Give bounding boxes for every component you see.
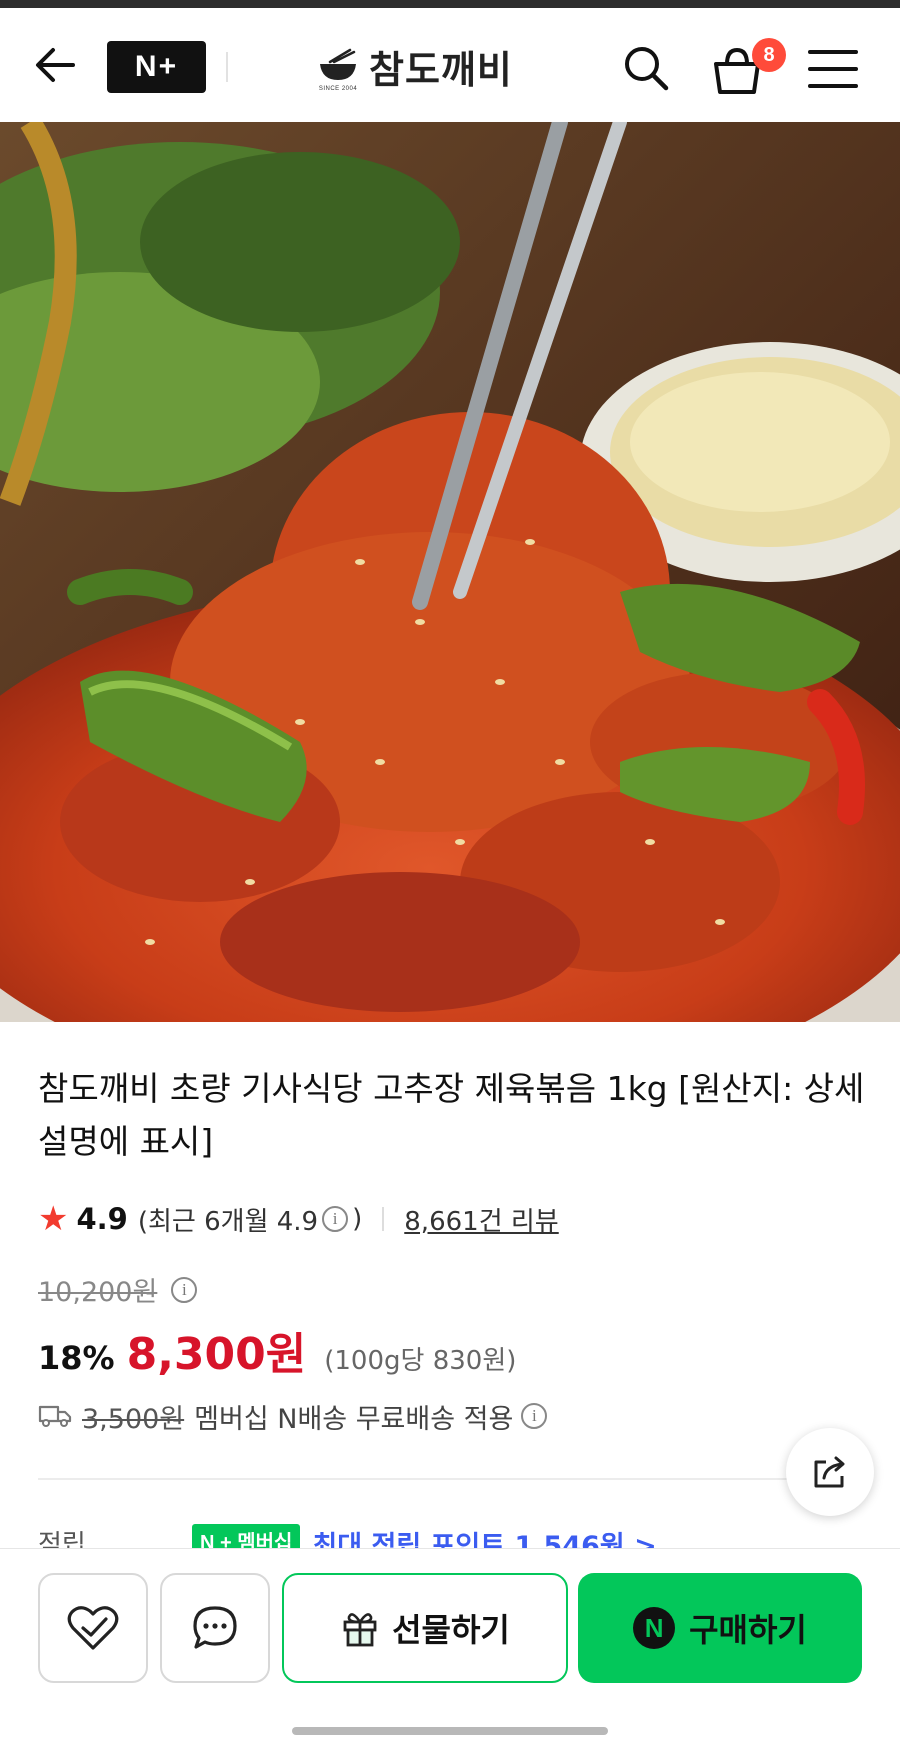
- share-icon: [814, 1456, 845, 1488]
- info-icon[interactable]: i: [521, 1403, 548, 1429]
- menu-line: [808, 67, 858, 71]
- points-label: 적립: [38, 1530, 86, 1550]
- heart-check-icon: [67, 1606, 119, 1650]
- rating-row: ★ 4.9 (최근 6개월 4.9 i ) 8,661건 리뷰: [38, 1198, 559, 1240]
- original-price-row: 10,200원 i: [38, 1270, 201, 1309]
- sale-price: 8,300원: [126, 1329, 307, 1380]
- unit-price: (100g당 830원): [324, 1346, 517, 1376]
- gift-label: 선물하기: [392, 1611, 510, 1649]
- review-count-link[interactable]: 8,661건 리뷰: [404, 1201, 558, 1238]
- rating-recent-suffix: ): [352, 1204, 363, 1234]
- bowl-icon: SINCE 2004: [315, 40, 361, 92]
- original-price: 10,200원: [38, 1277, 158, 1308]
- buy-button[interactable]: N 구매하기: [578, 1573, 862, 1683]
- separator: [382, 1207, 385, 1231]
- bottom-action-bar: 선물하기 N 구매하기: [0, 1548, 900, 1743]
- info-icon[interactable]: i: [171, 1276, 198, 1303]
- info-icon[interactable]: i: [322, 1206, 349, 1232]
- search-icon: [625, 47, 669, 91]
- max-points-text: 최대 적립 포인트 1,546원 >: [312, 1531, 657, 1550]
- rating-score: 4.9: [76, 1202, 128, 1236]
- rating-recent-prefix: (최근 6개월 4.9: [137, 1206, 319, 1237]
- talk-button[interactable]: [160, 1573, 270, 1683]
- discount-rate: 18%: [38, 1339, 115, 1377]
- back-button[interactable]: [30, 40, 80, 90]
- gift-icon: [343, 1613, 377, 1647]
- cart-button[interactable]: 8: [710, 38, 786, 98]
- product-image[interactable]: 1/7: [0, 122, 900, 1022]
- product-title: 참도깨비 초량 기사식당 고추장 제육볶음 1kg [원산지: 상세설명에 표시…: [38, 1069, 865, 1161]
- search-button[interactable]: [618, 40, 674, 96]
- gift-button[interactable]: 선물하기: [282, 1573, 568, 1683]
- truck-icon: [38, 1405, 72, 1427]
- back-arrow-icon: [36, 48, 75, 82]
- divider: [38, 1478, 798, 1480]
- chat-bubble-icon: [193, 1606, 237, 1649]
- shipping-row: 3,500원 멤버십 N배송 무료배송 적용 i: [38, 1396, 551, 1436]
- status-strip: [0, 0, 900, 8]
- shipping-original-fee: 3,500원: [82, 1403, 185, 1435]
- brand-since: SINCE 2004: [318, 86, 358, 92]
- menu-button[interactable]: [806, 46, 860, 92]
- shipping-text: 멤버십 N배송 무료배송 적용: [194, 1403, 514, 1435]
- wishlist-button[interactable]: [38, 1573, 148, 1683]
- menu-line: [808, 50, 858, 54]
- menu-line: [808, 84, 858, 88]
- price-row: 18% 8,300원 (100g당 830원): [38, 1318, 517, 1380]
- stir-fried-pork-illustration: [0, 122, 900, 1022]
- home-indicator[interactable]: [292, 1727, 608, 1735]
- buy-label: 구매하기: [689, 1611, 807, 1649]
- cart-count-badge: 8: [752, 38, 786, 72]
- naver-plus-logo[interactable]: N+: [107, 41, 206, 93]
- header-divider: [226, 52, 228, 82]
- share-button[interactable]: [786, 1428, 874, 1516]
- brand-logo[interactable]: SINCE 2004 참도깨비: [315, 36, 513, 96]
- top-header: N+ SINCE 2004 참도깨비 8: [0, 8, 900, 122]
- naver-pay-icon: N: [633, 1607, 676, 1649]
- brand-name: 참도깨비: [369, 47, 513, 92]
- points-row[interactable]: 적립 N + 멤버십 최대 적립 포인트 1,546원 >: [38, 1524, 868, 1550]
- star-icon: ★: [38, 1199, 69, 1239]
- naver-plus-membership-badge: N + 멤버십: [192, 1524, 301, 1550]
